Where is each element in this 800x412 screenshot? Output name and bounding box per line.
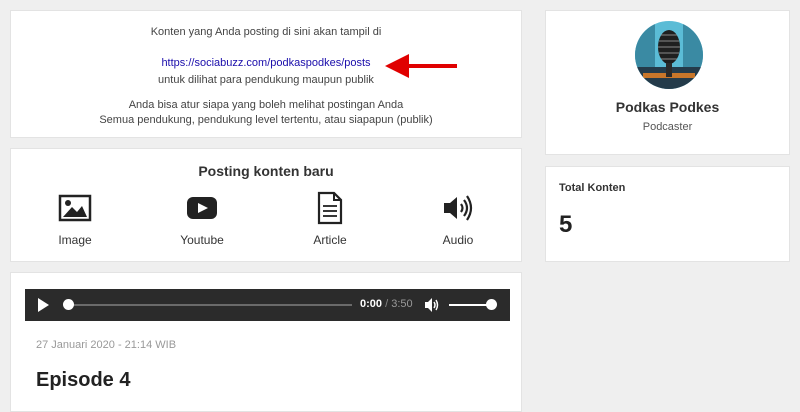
youtube-icon [152, 191, 252, 225]
post-title[interactable]: Episode 4 [36, 369, 130, 392]
posts-link[interactable]: https://sociabuzz.com/podkaspodkes/posts [161, 57, 370, 69]
red-arrow-icon [385, 54, 457, 78]
duration: 3:50 [391, 298, 413, 310]
posts-info-card: Konten yang Anda posting di sini akan ta… [10, 10, 522, 138]
post-type-youtube-button[interactable]: Youtube [152, 191, 252, 247]
info-text-line: Semua pendukung, pendukung level tertent… [99, 114, 433, 126]
info-text-line: Konten yang Anda posting di sini akan ta… [150, 26, 382, 38]
profile-role: Podcaster [642, 121, 693, 133]
progress-thumb[interactable] [63, 299, 74, 310]
microphone-avatar-image [635, 21, 703, 89]
progress-track[interactable] [65, 304, 352, 306]
avatar[interactable] [635, 21, 703, 89]
total-content-card: Total Konten 5 [545, 166, 790, 262]
post-new-title: Posting konten baru [198, 163, 334, 179]
post-type-article-button[interactable]: Article [280, 191, 380, 247]
post-type-label: Youtube [180, 233, 224, 247]
total-content-value: 5 [559, 211, 573, 238]
volume-thumb[interactable] [486, 299, 497, 310]
volume-icon[interactable] [424, 297, 440, 313]
time-separator: / [385, 298, 389, 310]
total-content-label: Total Konten [559, 182, 626, 194]
time-display: 0:00 / 3:50 [360, 298, 413, 310]
post-date: 27 Januari 2020 - 21:14 WIB [36, 339, 177, 351]
article-icon [280, 191, 380, 225]
episode-post-card: 0:00 / 3:50 27 Januari 2020 - 21:14 WIB … [10, 272, 522, 412]
current-time: 0:00 [360, 298, 383, 310]
audio-player: 0:00 / 3:50 [25, 289, 510, 321]
profile-name: Podkas Podkes [615, 99, 720, 115]
post-type-audio-button[interactable]: Audio [408, 191, 508, 247]
post-type-label: Article [313, 233, 347, 247]
info-text-line: Anda bisa atur siapa yang boleh melihat … [128, 99, 404, 111]
profile-card: Podkas Podkes Podcaster [545, 10, 790, 155]
post-type-label: Image [58, 233, 92, 247]
image-icon [25, 191, 125, 225]
post-type-label: Audio [442, 233, 474, 247]
post-new-content-card: Posting konten baru Image Youtube Articl… [10, 148, 522, 262]
play-icon[interactable] [38, 298, 49, 312]
audio-icon [408, 191, 508, 225]
post-type-image-button[interactable]: Image [25, 191, 125, 247]
